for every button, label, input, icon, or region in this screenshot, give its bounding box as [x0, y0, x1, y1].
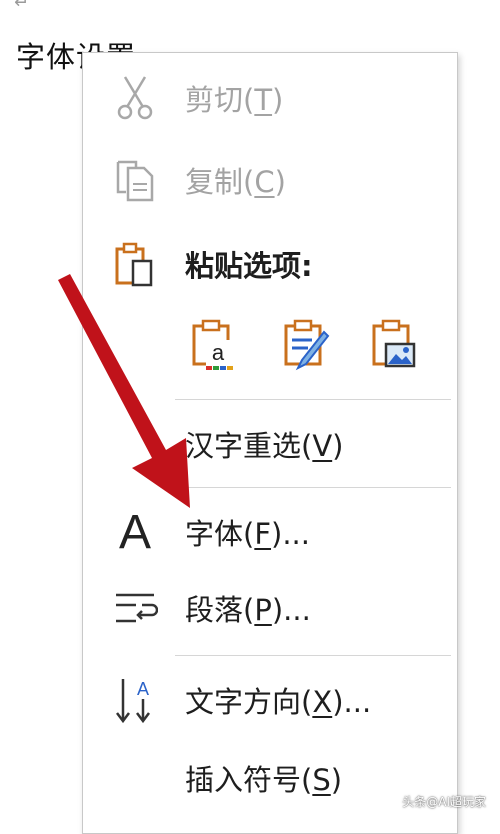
text-direction-icon: A [105, 672, 165, 728]
menu-item-cut[interactable]: 剪切(T) [83, 63, 457, 133]
clipboard-icon [105, 236, 165, 292]
svg-text:A: A [137, 679, 149, 699]
paste-options-label: 粘贴选项: [185, 249, 313, 283]
menu-item-insert-symbol[interactable]: 插入符号(S) [83, 743, 457, 813]
menu-item-reconversion[interactable]: 汉字重选(V) [83, 409, 457, 479]
return-mark: ↵ [14, 0, 30, 13]
menu-separator [175, 487, 451, 488]
paste-keep-formatting-button[interactable] [275, 315, 335, 379]
menu-item-text-direction[interactable]: A 文字方向(X)... [83, 665, 457, 735]
insert-symbol-label: 插入符号(S) [185, 763, 343, 797]
cut-label: 剪切(T) [185, 83, 284, 117]
text-direction-label: 文字方向(X)... [185, 685, 372, 719]
paste-picture-icon [368, 318, 418, 376]
paste-text-only-icon: a [188, 318, 238, 376]
scissors-icon [105, 70, 165, 126]
copy-icon [105, 152, 165, 208]
paste-keep-formatting-icon [280, 318, 330, 376]
font-label: 字体(F)... [185, 517, 310, 551]
menu-separator [175, 399, 451, 400]
context-menu: 剪切(T) 复制(C) 粘贴选项: a 汉字重选(V) A 字体(F)... 段… [82, 52, 458, 834]
paste-picture-button[interactable] [363, 315, 423, 379]
paste-options-row: a [183, 315, 433, 385]
menu-item-paste-options: 粘贴选项: [83, 229, 457, 299]
font-icon: A [118, 505, 151, 559]
paste-text-only-button[interactable]: a [183, 315, 243, 379]
menu-item-paragraph[interactable]: 段落(P)... [83, 573, 457, 643]
menu-item-font[interactable]: A 字体(F)... [83, 497, 457, 567]
reconversion-label: 汉字重选(V) [185, 429, 344, 463]
menu-item-copy[interactable]: 复制(C) [83, 145, 457, 215]
paragraph-icon [105, 580, 165, 636]
paragraph-label: 段落(P)... [185, 593, 311, 627]
svg-text:a: a [212, 340, 225, 365]
watermark: 头条@AI超玩家 [402, 795, 486, 809]
copy-label: 复制(C) [185, 165, 286, 199]
menu-separator [175, 655, 451, 656]
